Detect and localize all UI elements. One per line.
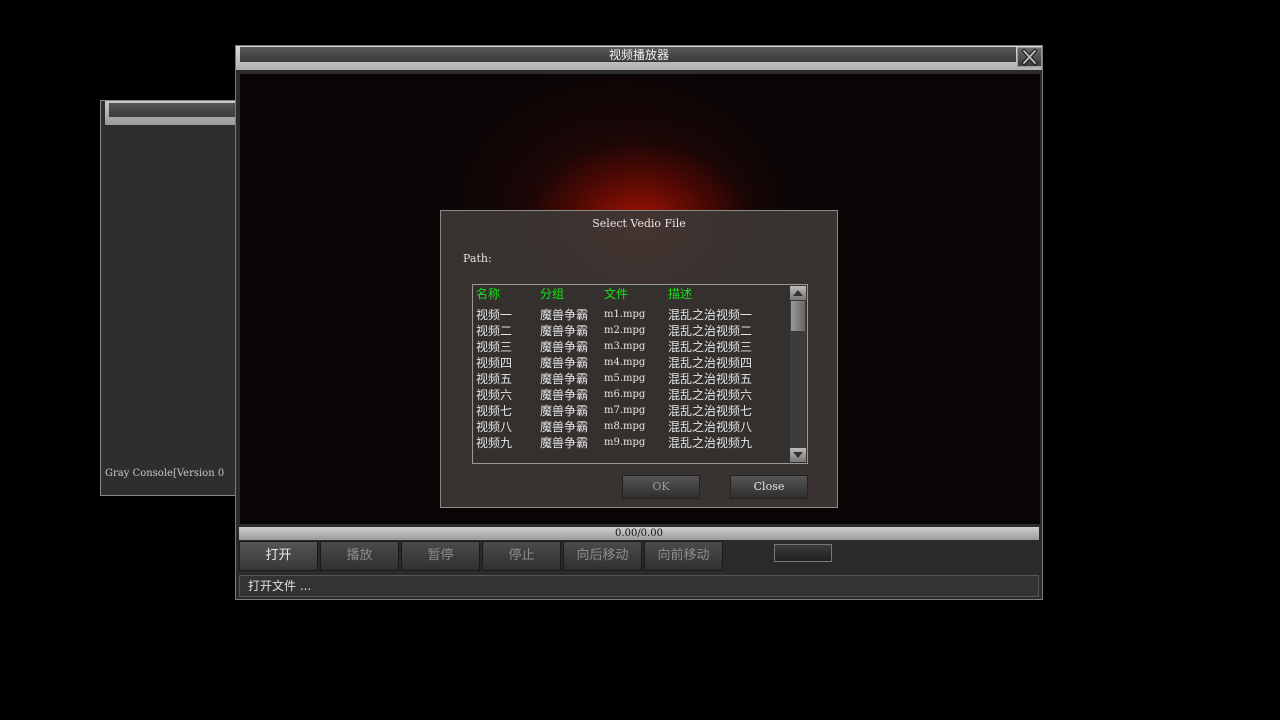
item-name: 视频一 — [476, 308, 513, 322]
item-group: 魔兽争霸 — [540, 372, 589, 386]
item-file: m4.mpg — [604, 357, 646, 368]
scroll-down-button[interactable] — [790, 448, 806, 462]
item-description: 混乱之治视频二 — [668, 324, 753, 338]
list-item[interactable]: 视频六 魔兽争霸 m6.mpg 混乱之治视频六 — [476, 387, 788, 403]
item-file: m9.mpg — [604, 437, 646, 448]
ok-button[interactable]: OK — [622, 475, 700, 499]
file-list: 名称 分组 文件 描述 视频一 魔兽争霸 m1.mpg 混乱之治视频一 视频二 … — [472, 284, 808, 464]
close-x-icon — [1022, 49, 1037, 65]
item-description: 混乱之治视频四 — [668, 356, 753, 370]
control-bar: 打开 播放 暂停 停止 向后移动 向前移动 — [239, 541, 1039, 571]
item-group: 魔兽争霸 — [540, 308, 589, 322]
stop-button[interactable]: 停止 — [482, 541, 561, 571]
column-description[interactable]: 描述 — [668, 286, 692, 302]
item-name: 视频九 — [476, 436, 513, 450]
item-name: 视频二 — [476, 324, 513, 338]
item-name: 视频六 — [476, 388, 513, 402]
scroll-thumb[interactable] — [791, 301, 805, 331]
list-item[interactable]: 视频二 魔兽争霸 m2.mpg 混乱之治视频二 — [476, 323, 788, 339]
item-name: 视频三 — [476, 340, 513, 354]
item-group: 魔兽争霸 — [540, 388, 589, 402]
item-file: m1.mpg — [604, 309, 646, 320]
console-titlebar[interactable] — [105, 101, 239, 125]
list-item[interactable]: 视频四 魔兽争霸 m4.mpg 混乱之治视频四 — [476, 355, 788, 371]
console-titlebar-inner — [109, 103, 239, 117]
list-header: 名称 分组 文件 描述 — [476, 286, 788, 302]
item-description: 混乱之治视频六 — [668, 388, 753, 402]
list-item[interactable]: 视频八 魔兽争霸 m8.mpg 混乱之治视频八 — [476, 419, 788, 435]
item-name: 视频七 — [476, 404, 513, 418]
volume-slider[interactable] — [774, 544, 832, 562]
item-description: 混乱之治视频八 — [668, 420, 753, 434]
list-item[interactable]: 视频五 魔兽争霸 m5.mpg 混乱之治视频五 — [476, 371, 788, 387]
item-group: 魔兽争霸 — [540, 356, 589, 370]
seek-backward-button[interactable]: 向后移动 — [563, 541, 642, 571]
console-window: Gray Console[Version 0 — [100, 100, 240, 496]
arrow-up-icon — [793, 290, 803, 296]
item-file: m8.mpg — [604, 421, 646, 432]
item-name: 视频五 — [476, 372, 513, 386]
select-file-dialog: Select Vedio File Path: 名称 分组 文件 描述 视频一 … — [440, 210, 838, 508]
item-description: 混乱之治视频九 — [668, 436, 753, 450]
vertical-scrollbar[interactable] — [790, 286, 806, 462]
item-description: 混乱之治视频七 — [668, 404, 753, 418]
item-file: m5.mpg — [604, 373, 646, 384]
item-group: 魔兽争霸 — [540, 436, 589, 450]
item-group: 魔兽争霸 — [540, 324, 589, 338]
item-group: 魔兽争霸 — [540, 340, 589, 354]
item-file: m3.mpg — [604, 341, 646, 352]
play-button[interactable]: 播放 — [320, 541, 399, 571]
dialog-title: Select Vedio File — [592, 217, 686, 230]
close-button[interactable]: Close — [730, 475, 808, 499]
console-text: Gray Console[Version 0 — [105, 468, 225, 479]
player-titlebar[interactable]: 视频播放器 — [236, 46, 1042, 70]
item-description: 混乱之治视频五 — [668, 372, 753, 386]
scroll-up-button[interactable] — [790, 286, 806, 300]
seek-forward-button[interactable]: 向前移动 — [644, 541, 723, 571]
item-group: 魔兽争霸 — [540, 404, 589, 418]
item-name: 视频四 — [476, 356, 513, 370]
item-file: m6.mpg — [604, 389, 646, 400]
column-name[interactable]: 名称 — [476, 286, 500, 302]
item-file: m2.mpg — [604, 325, 646, 336]
progress-bar[interactable]: 0.00/0.00 — [239, 527, 1039, 540]
item-name: 视频八 — [476, 420, 513, 434]
column-group[interactable]: 分组 — [540, 286, 564, 302]
pause-button[interactable]: 暂停 — [401, 541, 480, 571]
list-item[interactable]: 视频九 魔兽争霸 m9.mpg 混乱之治视频九 — [476, 435, 788, 451]
column-file[interactable]: 文件 — [604, 286, 628, 302]
item-file: m7.mpg — [604, 405, 646, 416]
arrow-down-icon — [793, 452, 803, 458]
time-readout: 0.00/0.00 — [615, 528, 663, 539]
open-button[interactable]: 打开 — [239, 541, 318, 571]
list-item[interactable]: 视频一 魔兽争霸 m1.mpg 混乱之治视频一 — [476, 307, 788, 323]
player-title: 视频播放器 — [608, 48, 669, 62]
path-label: Path: — [463, 252, 492, 265]
item-description: 混乱之治视频一 — [668, 308, 753, 322]
item-group: 魔兽争霸 — [540, 420, 589, 434]
list-item[interactable]: 视频七 魔兽争霸 m7.mpg 混乱之治视频七 — [476, 403, 788, 419]
close-window-button[interactable] — [1017, 47, 1042, 67]
status-bar: 打开文件 ... — [239, 575, 1039, 597]
list-item[interactable]: 视频三 魔兽争霸 m3.mpg 混乱之治视频三 — [476, 339, 788, 355]
item-description: 混乱之治视频三 — [668, 340, 753, 354]
